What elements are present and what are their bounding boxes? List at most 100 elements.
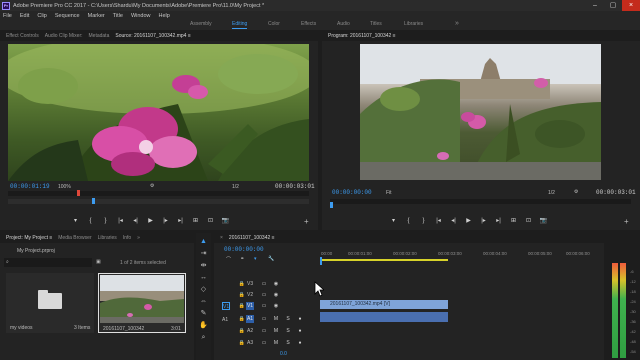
mic-icon[interactable]: ● xyxy=(296,327,304,335)
project-tabs-overflow-icon[interactable]: » xyxy=(137,235,140,241)
zoom-tool-icon[interactable]: ⌕ xyxy=(199,333,208,342)
lock-icon[interactable]: 🔒 xyxy=(238,291,246,299)
extract-icon[interactable]: ⊡ xyxy=(521,217,536,224)
tab-media-browser[interactable]: Media Browser xyxy=(58,235,91,241)
eye-icon[interactable]: ◉ xyxy=(272,302,280,310)
eye-icon[interactable]: ◉ xyxy=(272,291,280,299)
mute-button[interactable]: M xyxy=(272,339,280,347)
workspace-overflow-icon[interactable]: » xyxy=(455,20,459,27)
play-icon[interactable]: ▶ xyxy=(143,217,158,224)
overwrite-icon[interactable]: ⊡ xyxy=(203,217,218,224)
sync-lock-icon[interactable]: ▭ xyxy=(260,327,268,335)
lift-icon[interactable]: ⊞ xyxy=(506,217,521,224)
menu-marker[interactable]: Marker xyxy=(88,13,105,19)
workspace-libraries[interactable]: Libraries xyxy=(404,21,423,27)
add-marker-timeline-icon[interactable]: ▾ xyxy=(254,256,257,262)
workspace-audio[interactable]: Audio xyxy=(337,21,350,27)
source-in-marker[interactable] xyxy=(77,190,80,196)
go-to-out-icon[interactable]: ▸| xyxy=(173,217,188,224)
prog-mark-out-icon[interactable]: } xyxy=(416,218,431,224)
tab-effect-controls[interactable]: Effect Controls xyxy=(6,33,39,39)
slip-tool-icon[interactable]: ⇔ xyxy=(199,297,208,306)
source-patch-v1[interactable]: V1 xyxy=(222,302,230,310)
audio-clip[interactable] xyxy=(320,312,448,322)
master-volume-value[interactable]: 0.0 xyxy=(280,351,287,357)
selection-tool-icon[interactable]: ▲ xyxy=(199,237,208,246)
workspace-effects[interactable]: Effects xyxy=(301,21,316,27)
bin-item-my-videos[interactable]: my videos 3 Items xyxy=(6,273,94,333)
hand-tool-icon[interactable]: ✋ xyxy=(199,321,208,330)
export-frame-icon[interactable]: 📷 xyxy=(218,217,233,224)
clip-item-20161107[interactable]: 20161107_100342 3:01 xyxy=(98,273,186,333)
prog-play-icon[interactable]: ▶ xyxy=(461,217,476,224)
solo-button[interactable]: S xyxy=(284,315,292,323)
program-fit-select[interactable]: Fit xyxy=(386,190,392,196)
sync-lock-icon[interactable]: ▭ xyxy=(260,291,268,299)
program-timeline-scrubber[interactable] xyxy=(330,199,631,204)
track-name-v1[interactable]: V1 xyxy=(246,302,254,310)
lock-icon[interactable]: 🔒 xyxy=(238,327,246,335)
tab-metadata[interactable]: Metadata xyxy=(89,33,110,39)
source-current-timecode[interactable]: 00:00:01:19 xyxy=(10,183,50,190)
source-timeline-scrubber[interactable] xyxy=(8,191,309,196)
eye-icon[interactable]: ◉ xyxy=(272,280,280,288)
step-back-icon[interactable]: ◂| xyxy=(128,217,143,224)
mute-button[interactable]: M xyxy=(272,327,280,335)
mute-button[interactable]: M xyxy=(272,315,280,323)
mic-icon[interactable]: ● xyxy=(296,339,304,347)
source-zoom-bar[interactable] xyxy=(8,199,309,204)
prog-export-frame-icon[interactable]: 📷 xyxy=(536,217,551,224)
program-video-frame[interactable] xyxy=(360,44,601,180)
workspace-titles[interactable]: Titles xyxy=(370,21,382,27)
mark-out-icon[interactable]: } xyxy=(98,218,113,224)
lock-icon[interactable]: 🔒 xyxy=(238,315,246,323)
menu-clip[interactable]: Clip xyxy=(37,13,46,19)
menu-sequence[interactable]: Sequence xyxy=(55,13,80,19)
solo-button[interactable]: S xyxy=(284,327,292,335)
timeline-timecode[interactable]: 00:00:00:00 xyxy=(224,246,264,253)
track-select-tool-icon[interactable]: ⇥ xyxy=(199,249,208,258)
workspace-color[interactable]: Color xyxy=(268,21,280,27)
track-name-a1[interactable]: A1 xyxy=(246,315,254,323)
tab-project[interactable]: Project: My Project ≡ xyxy=(6,235,52,241)
go-to-in-icon[interactable]: |◂ xyxy=(113,217,128,224)
step-forward-icon[interactable]: |▸ xyxy=(158,217,173,224)
pen-tool-icon[interactable]: ✎ xyxy=(199,309,208,318)
work-area-bar[interactable] xyxy=(320,259,448,261)
prog-go-to-in-icon[interactable]: |◂ xyxy=(431,217,446,224)
menu-help[interactable]: Help xyxy=(159,13,170,19)
project-search-input[interactable] xyxy=(4,258,92,267)
prog-go-to-out-icon[interactable]: ▸| xyxy=(491,217,506,224)
sync-lock-icon[interactable]: ▭ xyxy=(260,315,268,323)
maximize-icon[interactable]: ▢ xyxy=(604,0,622,11)
timeline-settings-icon[interactable]: 🔧 xyxy=(268,256,274,262)
add-marker-icon[interactable]: ▾ xyxy=(68,217,83,224)
mic-icon[interactable]: ● xyxy=(296,315,304,323)
prog-add-marker-icon[interactable]: ▾ xyxy=(386,217,401,224)
workspace-assembly[interactable]: Assembly xyxy=(190,21,212,27)
razor-tool-icon[interactable]: ◇ xyxy=(199,285,208,294)
minimize-icon[interactable]: – xyxy=(586,0,604,11)
new-bin-from-search-icon[interactable]: ▣ xyxy=(96,259,101,265)
insert-icon[interactable]: ⊞ xyxy=(188,217,203,224)
sync-lock-icon[interactable]: ▭ xyxy=(260,302,268,310)
sync-lock-icon[interactable]: ▭ xyxy=(260,280,268,288)
menu-file[interactable]: File xyxy=(3,13,12,19)
program-settings-icon[interactable]: ⚙ xyxy=(574,189,578,195)
lock-icon[interactable]: 🔒 xyxy=(238,339,246,347)
source-patch-a1[interactable]: A1 xyxy=(222,317,228,323)
source-zoom-select[interactable]: 100% xyxy=(58,184,71,190)
program-resolution-select[interactable]: 1/2 xyxy=(548,190,555,196)
menu-window[interactable]: Window xyxy=(131,13,151,19)
tab-audio-clip-mixer[interactable]: Audio Clip Mixer: xyxy=(45,33,83,39)
sync-lock-icon[interactable]: ▭ xyxy=(260,339,268,347)
prog-step-forward-icon[interactable]: |▸ xyxy=(476,217,491,224)
source-resolution-select[interactable]: 1/2 xyxy=(232,184,239,190)
snap-icon[interactable]: ⌒ xyxy=(226,256,231,263)
tab-program[interactable]: Program: 20161107_100342 ≡ xyxy=(328,33,396,39)
tab-sequence[interactable]: 20161107_100342 ≡ xyxy=(229,235,275,241)
rolling-edit-tool-icon[interactable]: ↔ xyxy=(199,273,208,282)
timeline-close-icon[interactable]: × xyxy=(220,235,223,241)
workspace-editing[interactable]: Editing xyxy=(232,21,248,29)
source-playhead[interactable] xyxy=(92,198,95,204)
